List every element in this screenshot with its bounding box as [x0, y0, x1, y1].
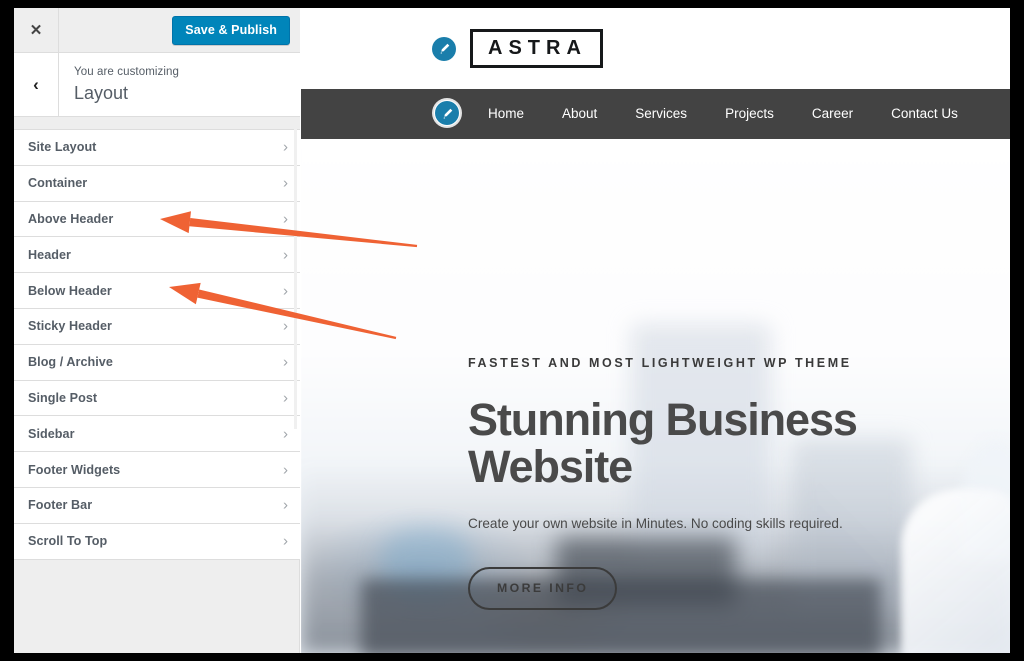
- primary-menu: Home About Services Projects Career Contact U…: [469, 89, 977, 139]
- edit-pencil-disc: [435, 101, 459, 125]
- hero-content: FASTEST AND MOST LIGHTWEIGHT WP THEME St…: [468, 354, 938, 610]
- nav-item-contact-us[interactable]: Contact Us: [872, 89, 977, 139]
- site-branding: ASTRA: [431, 29, 603, 68]
- screenshot-frame: ✕ Save & Publish ‹ You are customizing L…: [0, 0, 1024, 661]
- customizer-topbar: ✕ Save & Publish: [14, 8, 300, 53]
- sidebar-item-below-header[interactable]: Below Header ›: [14, 273, 300, 309]
- hero-eyebrow: FASTEST AND MOST LIGHTWEIGHT WP THEME: [468, 356, 852, 370]
- sidebar-item-single-post[interactable]: Single Post ›: [14, 380, 300, 417]
- chevron-right-icon: ›: [283, 246, 288, 264]
- chevron-right-icon: ›: [283, 282, 288, 300]
- astra-logo[interactable]: ASTRA: [470, 29, 603, 68]
- nav-item-home[interactable]: Home: [469, 89, 543, 139]
- sidebar-item-sticky-header[interactable]: Sticky Header ›: [14, 308, 300, 345]
- nav-item-services[interactable]: Services: [616, 89, 706, 139]
- edit-pencil-icon[interactable]: [431, 35, 457, 62]
- customizer-panel-titles: You are customizing Layout: [74, 64, 179, 105]
- hero-title: Stunning Business Website: [468, 394, 858, 492]
- chevron-right-icon: ›: [283, 353, 288, 371]
- close-icon[interactable]: ✕: [14, 8, 59, 52]
- nav-item-about[interactable]: About: [543, 89, 616, 139]
- chevron-right-icon: ›: [283, 532, 288, 550]
- chevron-right-icon: ›: [283, 317, 288, 335]
- sidebar-item-label: Above Header: [28, 211, 114, 226]
- sidebar-item-footer-bar[interactable]: Footer Bar ›: [14, 487, 300, 524]
- page-title: Layout: [74, 83, 129, 103]
- pencil-glyph: [443, 108, 452, 119]
- chevron-right-icon: ›: [283, 496, 288, 514]
- sidebar-item-label: Site Layout: [28, 140, 97, 155]
- customizer-section-list: Site Layout › Container › Above Header › Heade…: [14, 129, 300, 560]
- sidebar-item-label: Container: [28, 176, 88, 191]
- more-info-button[interactable]: MORE INFO: [468, 567, 618, 610]
- sidebar-item-label: Footer Widgets: [28, 462, 121, 477]
- nav-item-career[interactable]: Career: [793, 89, 872, 139]
- sidebar-item-sidebar[interactable]: Sidebar ›: [14, 416, 300, 453]
- sidebar-item-label: Footer Bar: [28, 498, 93, 513]
- sidebar-item-site-layout[interactable]: Site Layout ›: [14, 130, 300, 166]
- edit-pencil-icon[interactable]: [434, 100, 460, 126]
- customizing-eyebrow: You are customizing: [74, 66, 180, 78]
- sidebar-item-label: Below Header: [28, 283, 112, 298]
- nav-item-projects[interactable]: Projects: [706, 89, 793, 139]
- chevron-right-icon: ›: [283, 138, 288, 156]
- pencil-glyph: [440, 43, 449, 54]
- chevron-right-icon: ›: [283, 174, 288, 192]
- nav-edit-pencil-icon-wrap: [434, 100, 460, 126]
- sidebar-item-label: Sidebar: [28, 426, 75, 441]
- sidebar-item-header[interactable]: Header ›: [14, 237, 300, 274]
- save-and-publish-button[interactable]: Save & Publish: [172, 16, 290, 45]
- customizer-sidebar: ✕ Save & Publish ‹ You are customizing L…: [14, 8, 300, 653]
- customizer-panel-header: ‹ You are customizing Layout: [14, 53, 300, 117]
- sidebar-item-blog-archive[interactable]: Blog / Archive ›: [14, 344, 300, 381]
- site-navigation-bar: Home About Services Projects Career Contact U…: [301, 89, 1010, 139]
- sidebar-item-label: Blog / Archive: [28, 355, 113, 370]
- customizer-spacer: [14, 117, 300, 129]
- sidebar-item-above-header[interactable]: Above Header ›: [14, 201, 300, 238]
- chevron-left-icon[interactable]: ‹: [14, 53, 59, 116]
- chevron-right-icon: ›: [283, 210, 288, 228]
- sidebar-item-footer-widgets[interactable]: Footer Widgets ›: [14, 452, 300, 488]
- hero-subtitle: Create your own website in Minutes. No c…: [468, 516, 843, 531]
- sidebar-item-label: Sticky Header: [28, 319, 112, 334]
- logo-text: ASTRA: [488, 37, 587, 59]
- site-preview: ASTRA Home About Services Projects Caree…: [301, 8, 1010, 653]
- sidebar-item-scroll-to-top[interactable]: Scroll To Top ›: [14, 523, 300, 560]
- sidebar-item-label: Scroll To Top: [28, 534, 108, 549]
- wordpress-customizer-app: ✕ Save & Publish ‹ You are customizing L…: [14, 8, 1010, 653]
- chevron-right-icon: ›: [283, 389, 288, 407]
- edit-pencil-disc: [432, 36, 456, 61]
- sidebar-item-label: Single Post: [28, 390, 98, 405]
- sidebar-item-label: Header: [28, 247, 72, 262]
- hero-section: FASTEST AND MOST LIGHTWEIGHT WP THEME St…: [301, 139, 1010, 653]
- chevron-right-icon: ›: [283, 425, 288, 443]
- sidebar-item-container[interactable]: Container ›: [14, 165, 300, 202]
- chevron-right-icon: ›: [283, 461, 288, 479]
- site-header: ASTRA: [301, 8, 1010, 89]
- sidebar-scrollbar[interactable]: [294, 129, 297, 429]
